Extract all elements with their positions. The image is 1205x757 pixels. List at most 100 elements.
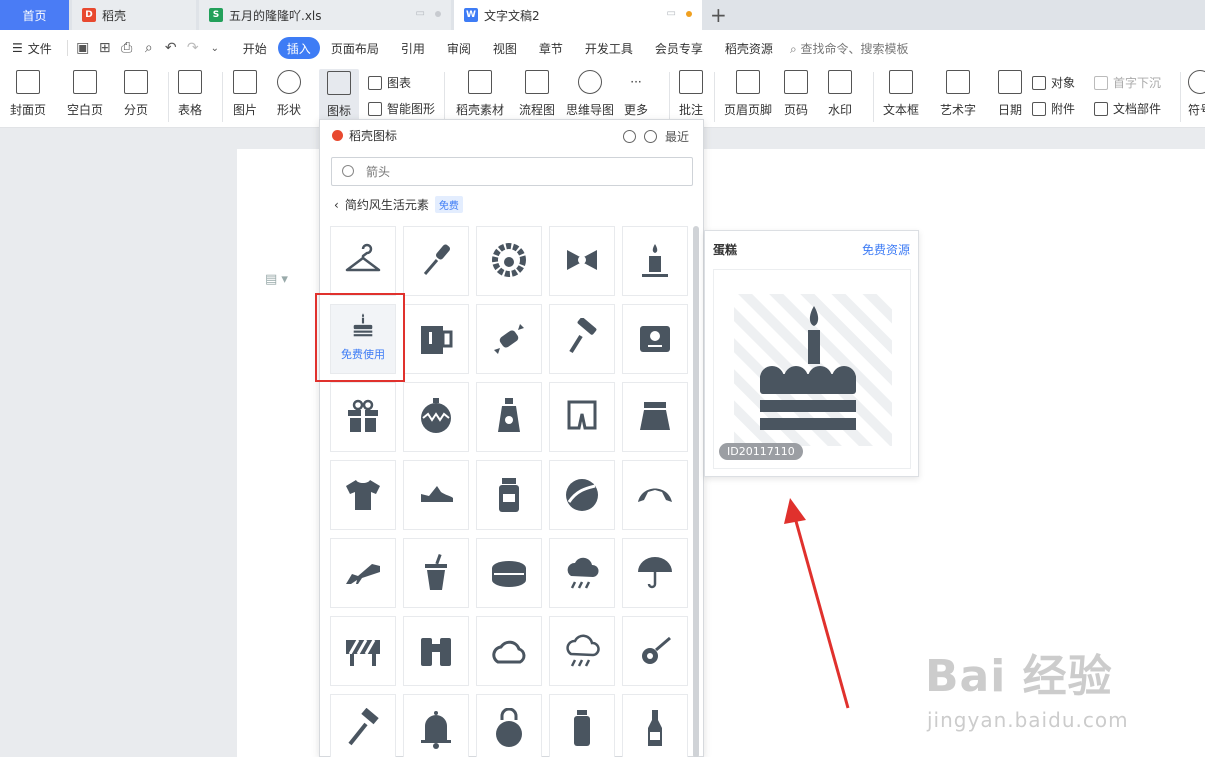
file-menu[interactable]: ☰ 文件 — [0, 37, 63, 59]
icon-tile[interactable] — [549, 304, 615, 374]
icon-tile[interactable] — [403, 382, 469, 452]
icon-tile[interactable] — [622, 616, 688, 686]
menu-view[interactable]: 视图 — [482, 37, 528, 59]
mindmap-button[interactable]: 思维导图 — [566, 70, 614, 118]
icon-tile[interactable] — [330, 226, 396, 296]
icon-tile[interactable] — [622, 694, 688, 757]
icon-tile[interactable] — [622, 226, 688, 296]
tab-home[interactable]: 首页 — [0, 0, 69, 30]
object-button[interactable]: 对象 — [1032, 74, 1075, 91]
bow-icon — [567, 250, 597, 270]
chevron-left-icon[interactable]: ‹ — [334, 198, 339, 212]
add-tab-icon[interactable]: + — [710, 3, 727, 27]
blank-page-button[interactable]: 空白页 — [67, 70, 103, 118]
wordart-button[interactable]: 艺术字 — [940, 70, 976, 118]
menu-dev-tools[interactable]: 开发工具 — [574, 37, 644, 59]
paragraph-options-icon[interactable]: ▤ ▾ — [265, 272, 288, 287]
icon-tile[interactable] — [403, 304, 469, 374]
icon-search-input[interactable] — [331, 157, 693, 186]
icon-tile[interactable] — [476, 460, 542, 530]
attachment-button[interactable]: 附件 — [1032, 100, 1075, 117]
unsaved-dot-icon[interactable] — [686, 10, 692, 17]
menu-start[interactable]: 开始 — [232, 37, 278, 59]
chat-icon[interactable] — [622, 130, 636, 143]
icon-tile[interactable] — [476, 382, 542, 452]
icon-tile[interactable] — [622, 538, 688, 608]
chevron-down-icon[interactable]: ⌄ — [204, 37, 226, 59]
icon-tile[interactable] — [622, 382, 688, 452]
icon-tile[interactable] — [403, 616, 469, 686]
icon-tile[interactable] — [403, 460, 469, 530]
chart-button[interactable]: 图表 — [368, 74, 411, 91]
tab-document[interactable]: W 文字文稿2 ▭ — [454, 0, 702, 30]
icon-tile[interactable] — [330, 694, 396, 757]
icon-tile[interactable] — [549, 616, 615, 686]
textbox-button[interactable]: 文本框 — [883, 70, 919, 118]
menu-page-layout[interactable]: 页面布局 — [320, 37, 390, 59]
more-button[interactable]: ··· 更多 — [624, 70, 648, 118]
date-label: 日期 — [998, 103, 1023, 117]
print-preview-icon[interactable]: ⌕ — [138, 37, 160, 59]
symbol-button[interactable]: 符号 — [1188, 70, 1205, 118]
header-footer-button[interactable]: 页眉页脚 — [724, 70, 772, 118]
print-icon[interactable]: ⎙ — [116, 37, 138, 59]
location-pin-icon — [642, 636, 671, 664]
export-icon[interactable]: ⊞ — [94, 37, 116, 59]
icon-tile[interactable] — [549, 460, 615, 530]
daoke-material-button[interactable]: 稻壳素材 — [456, 70, 504, 118]
page-break-button[interactable]: 分页 — [124, 70, 148, 118]
drop-cap-button[interactable]: 首字下沉 — [1094, 74, 1161, 91]
icon-tile[interactable] — [403, 226, 469, 296]
menu-member[interactable]: 会员专享 — [644, 37, 714, 59]
recent-link[interactable]: 最近 — [665, 128, 689, 145]
icon-tile[interactable] — [476, 538, 542, 608]
doc-parts-button[interactable]: 文档部件 — [1094, 100, 1161, 117]
date-button[interactable]: 日期 — [998, 70, 1022, 118]
icon-tile[interactable] — [622, 304, 688, 374]
icon-tile[interactable] — [622, 460, 688, 530]
icon-tile[interactable] — [330, 382, 396, 452]
tab-spreadsheet[interactable]: S 五月的隆隆吖.xls ▭ — [199, 0, 451, 30]
icon-tile[interactable] — [549, 226, 615, 296]
breadcrumb[interactable]: ‹ 简约风生活元素 免费 — [334, 196, 463, 213]
undo-icon[interactable]: ↶ — [160, 37, 182, 59]
shape-button[interactable]: 形状 — [277, 70, 301, 118]
flowchart-button[interactable]: 流程图 — [519, 70, 555, 118]
page-number-button[interactable]: 页码 — [784, 70, 808, 118]
panel-scrollbar[interactable] — [693, 226, 699, 757]
close-dot-icon[interactable] — [435, 10, 441, 17]
icon-tile[interactable] — [476, 616, 542, 686]
icon-tile[interactable] — [549, 382, 615, 452]
menu-daoke-resources[interactable]: 稻壳资源 — [714, 37, 784, 59]
smart-shape-button[interactable]: 智能图形 — [368, 100, 435, 117]
icon-tile[interactable] — [476, 226, 542, 296]
save-icon[interactable]: ▣ — [72, 37, 94, 59]
icon-tile[interactable] — [549, 694, 615, 757]
menu-review[interactable]: 审阅 — [436, 37, 482, 59]
monitor-icon[interactable]: ▭ — [416, 8, 425, 19]
command-search[interactable]: ⌕ 查找命令、搜索模板 — [790, 40, 909, 57]
icon-tile[interactable] — [403, 694, 469, 757]
icon-tile[interactable] — [330, 538, 396, 608]
icon-button[interactable]: 图标 — [319, 69, 359, 123]
monitor-icon[interactable]: ▭ — [667, 8, 676, 19]
cover-page-button[interactable]: 封面页 — [10, 70, 46, 118]
icon-tile[interactable] — [476, 694, 542, 757]
menu-chapter[interactable]: 章节 — [528, 37, 574, 59]
screwdriver-icon — [423, 244, 450, 275]
ornament-icon — [421, 398, 451, 433]
tab-daoke[interactable]: D 稻壳 — [72, 0, 196, 30]
menu-reference[interactable]: 引用 — [390, 37, 436, 59]
icon-tile[interactable] — [330, 616, 396, 686]
icon-tile[interactable] — [403, 538, 469, 608]
redo-icon[interactable]: ↷ — [182, 37, 204, 59]
picture-button[interactable]: 图片 — [233, 70, 257, 118]
free-resource-link[interactable]: 免费资源 — [862, 241, 910, 258]
icon-tile[interactable] — [549, 538, 615, 608]
watermark-button[interactable]: 水印 — [828, 70, 852, 118]
menu-insert[interactable]: 插入 — [277, 37, 320, 59]
icon-tile[interactable] — [330, 460, 396, 530]
table-button[interactable]: 表格 — [178, 70, 202, 118]
comment-button[interactable]: 批注 — [679, 70, 703, 118]
icon-tile[interactable] — [476, 304, 542, 374]
